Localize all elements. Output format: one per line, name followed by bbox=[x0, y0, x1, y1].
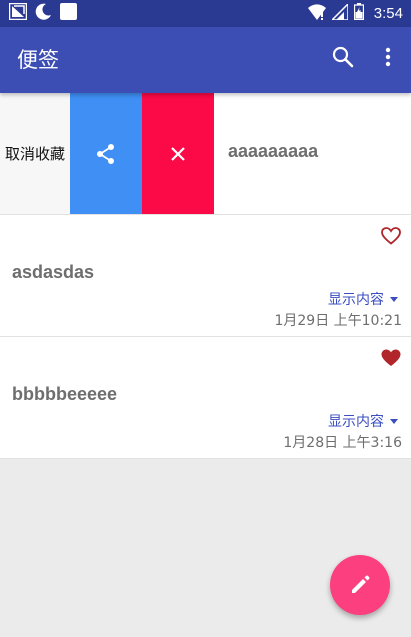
dropdown-arrow-icon bbox=[390, 418, 398, 424]
heart-outline-icon bbox=[381, 227, 401, 245]
swiped-note-card[interactable]: 取消收藏 aaaaaaaaa bbox=[0, 93, 411, 215]
app-bar: 便签 bbox=[0, 27, 411, 93]
note-date: 1月29日 上午10:21 bbox=[274, 313, 402, 329]
show-content-toggle[interactable]: 显示内容 bbox=[328, 411, 398, 431]
delete-button[interactable] bbox=[142, 93, 214, 214]
share-icon bbox=[97, 143, 114, 164]
note-title: aaaaaaaaa bbox=[228, 141, 319, 161]
note-card[interactable]: bbbbbeeeee 显示内容 1月28日 上午3:16 bbox=[0, 337, 411, 459]
unfavorite-label: 取消收藏 bbox=[4, 145, 65, 163]
more-options-button[interactable] bbox=[379, 45, 397, 69]
note-title: bbbbbeeeee bbox=[12, 384, 118, 404]
unfavorite-button[interactable]: 取消收藏 bbox=[0, 93, 70, 214]
status-time: 3:54 bbox=[373, 5, 403, 22]
signal-icon bbox=[329, 1, 349, 24]
pencil-icon bbox=[352, 575, 370, 593]
show-content-label: 显示内容 bbox=[328, 414, 384, 430]
search-icon bbox=[332, 46, 354, 68]
wifi-icon bbox=[307, 3, 326, 24]
note-card[interactable]: asdasdas 显示内容 1月29日 上午10:21 bbox=[0, 215, 411, 337]
show-content-toggle[interactable]: 显示内容 bbox=[328, 289, 398, 309]
favorite-toggle[interactable] bbox=[381, 227, 401, 245]
dropdown-arrow-icon bbox=[390, 296, 398, 302]
search-button[interactable] bbox=[331, 45, 355, 69]
status-bar-system: 3:54 bbox=[307, 1, 403, 24]
note-title: asdasdas bbox=[12, 262, 95, 282]
app-notification-icon bbox=[8, 2, 28, 24]
new-note-fab[interactable] bbox=[330, 555, 390, 615]
share-button[interactable] bbox=[70, 93, 142, 214]
app-title: 便签 bbox=[17, 48, 59, 72]
favorite-toggle[interactable] bbox=[381, 349, 401, 367]
more-vert-icon bbox=[385, 47, 391, 67]
note-date: 1月28日 上午3:16 bbox=[283, 435, 402, 451]
show-content-label: 显示内容 bbox=[328, 292, 384, 308]
moon-icon bbox=[35, 3, 52, 24]
status-bar: 3:54 bbox=[0, 0, 411, 27]
notes-list: 取消收藏 aaaaaaaaa asdasdas 显示内容 1月29日 上午10:… bbox=[0, 93, 411, 459]
heart-filled-icon bbox=[381, 349, 401, 366]
status-bar-notifications bbox=[8, 2, 77, 24]
square-icon bbox=[60, 3, 77, 24]
battery-icon bbox=[353, 3, 364, 24]
close-icon bbox=[171, 146, 185, 161]
